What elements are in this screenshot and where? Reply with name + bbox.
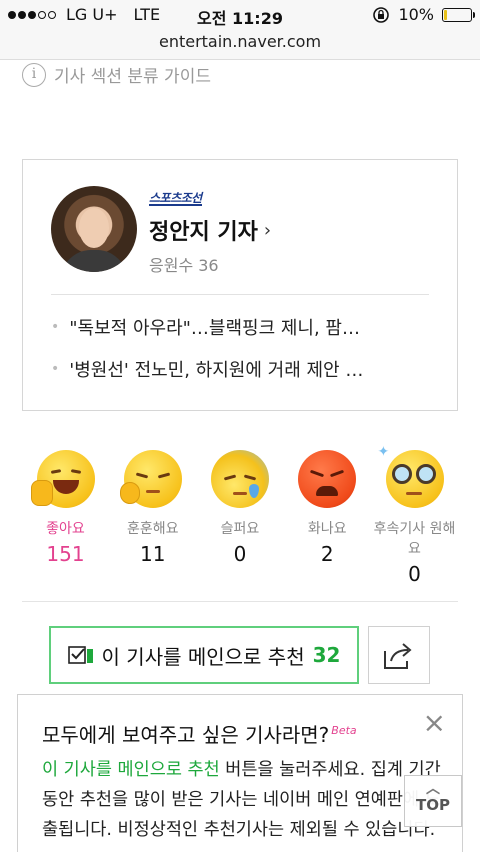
top-label: TOP xyxy=(416,796,450,814)
support-count: 응원수 36 xyxy=(149,256,219,275)
info-icon: i xyxy=(22,62,46,87)
recommend-label: 이 기사를 메인으로 추천 xyxy=(101,644,305,669)
recommend-info-popup: 모두에게 보여주고 싶은 기사라면? Beta × 이 기사를 메인으로 추천 버… xyxy=(17,694,463,852)
reaction-count: 2 xyxy=(320,542,334,566)
recommend-count: 32 xyxy=(312,643,341,667)
reaction-sad-button[interactable]: 슬퍼요 0 xyxy=(197,450,284,586)
close-icon[interactable]: × xyxy=(423,709,446,737)
reporter-avatar[interactable] xyxy=(51,186,137,272)
share-icon xyxy=(384,643,412,669)
sad-emoji-icon xyxy=(211,450,269,508)
warm-smile-emoji-icon xyxy=(119,450,182,508)
reaction-angry-button[interactable]: 화나요 2 xyxy=(284,450,371,586)
recommend-main-button[interactable]: 이 기사를 메인으로 추천 32 xyxy=(49,626,359,684)
battery-icon xyxy=(442,7,475,22)
reaction-bar: 좋아요 151 훈훈해요 11 슬퍼요 0 화나요 2 ✦ 후속기사 원해요 0 xyxy=(22,444,458,586)
article-title: "독보적 아우라"…블랙핑크 제니, 팜… xyxy=(69,318,360,339)
press-logo[interactable]: 스포츠조선 xyxy=(149,192,202,206)
reaction-count: 11 xyxy=(140,542,166,566)
caret-up-icon: ︿ xyxy=(426,781,440,797)
share-button[interactable] xyxy=(368,626,430,684)
bullet-icon: • xyxy=(51,361,60,377)
beta-badge: Beta xyxy=(331,724,357,738)
battery-percent: 10% xyxy=(398,5,434,24)
reaction-label: 슬퍼요 xyxy=(220,521,260,537)
reporter-name-link[interactable]: 정안지 기자 › xyxy=(149,214,271,246)
reaction-followup-button[interactable]: ✦ 후속기사 원해요 0 xyxy=(371,444,458,586)
url-bar[interactable]: entertain.naver.com xyxy=(0,30,480,60)
article-title: '병원선' 전노민, 하지원에 거래 제안 … xyxy=(69,360,364,381)
status-bar: LG U+ LTE 오전 11:29 10% xyxy=(0,0,480,30)
angry-emoji-icon xyxy=(298,450,357,508)
scroll-top-button[interactable]: ︿ TOP xyxy=(404,775,462,827)
reporter-article-link[interactable]: • '병원선' 전노민, 하지원에 거래 제안 … xyxy=(51,356,431,382)
bullet-icon: • xyxy=(51,319,60,335)
thumbs-up-smile-emoji-icon xyxy=(30,450,95,508)
info-body-highlight: 이 기사를 메인으로 추천 xyxy=(42,760,220,780)
reaction-label: 훈훈해요 xyxy=(126,521,179,537)
info-body: 이 기사를 메인으로 추천 버튼을 눌러주세요. 집계 기간 동안 추천을 많이… xyxy=(42,755,442,845)
reaction-label: 좋아요 xyxy=(46,521,85,537)
glasses-emoji-icon: ✦ xyxy=(378,444,444,508)
divider xyxy=(51,294,429,295)
reporter-article-link[interactable]: • "독보적 아우라"…블랙핑크 제니, 팜… xyxy=(51,314,431,340)
url-text: entertain.naver.com xyxy=(158,32,322,51)
reaction-label: 화나요 xyxy=(307,521,347,537)
reaction-count: 151 xyxy=(46,542,85,566)
reporter-card: 스포츠조선 정안지 기자 › 응원수 36 • "독보적 아우라"…블랙핑크 제… xyxy=(22,159,458,411)
reaction-like-button[interactable]: 좋아요 151 xyxy=(22,450,109,586)
section-guide-link[interactable]: i 기사 섹션 분류 가이드 xyxy=(22,62,211,87)
section-guide-label: 기사 섹션 분류 가이드 xyxy=(54,67,211,87)
info-title: 모두에게 보여주고 싶은 기사라면? xyxy=(42,723,330,747)
chevron-right-icon: › xyxy=(263,219,272,241)
reaction-count: 0 xyxy=(408,562,421,586)
reaction-warm-button[interactable]: 훈훈해요 11 xyxy=(109,450,196,586)
divider xyxy=(22,601,458,602)
reporter-name: 정안지 기자 xyxy=(149,220,258,245)
checkbox-check-icon xyxy=(67,646,93,664)
rotation-lock-icon xyxy=(373,6,390,23)
reaction-count: 0 xyxy=(233,542,247,566)
reaction-label: 후속기사 원해요 xyxy=(373,521,456,557)
